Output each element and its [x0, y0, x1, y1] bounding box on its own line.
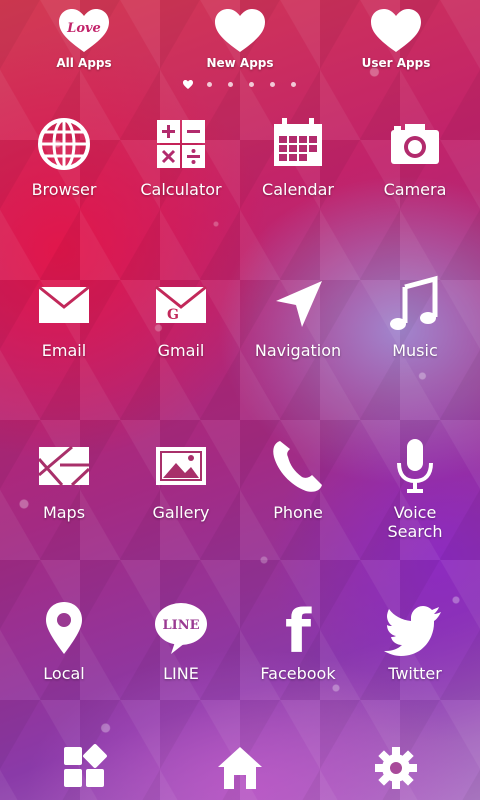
page-dot[interactable] [207, 82, 212, 87]
app-facebook[interactable]: f Facebook [239, 596, 357, 683]
app-music[interactable]: Music [356, 273, 474, 360]
gear-icon [375, 747, 417, 789]
page-dot[interactable] [228, 82, 233, 87]
new-apps-button[interactable]: New Apps [185, 8, 295, 70]
microphone-icon [397, 439, 433, 493]
app-label: Navigation [254, 341, 342, 360]
app-navigation[interactable]: Navigation [239, 273, 357, 360]
phone-handset-icon [273, 441, 322, 492]
navigation-arrow-icon [276, 281, 322, 327]
app-label: Maps [42, 503, 86, 522]
app-label: Music [392, 341, 438, 360]
app-camera[interactable]: Camera [356, 112, 474, 199]
app-label: Local [43, 664, 85, 683]
love-badge-text: Love [66, 21, 101, 36]
app-label: Email [41, 341, 87, 360]
app-label: Calendar [262, 180, 334, 199]
love-heart-icon: Love [59, 9, 109, 52]
app-label: Calculator [140, 180, 222, 199]
line-glyph: LINE [162, 618, 199, 633]
app-label: Phone [273, 503, 323, 522]
app-local[interactable]: Local [5, 596, 123, 683]
picture-icon [156, 447, 206, 485]
app-browser[interactable]: Browser [5, 112, 123, 199]
heart-icon [371, 9, 421, 52]
app-maps[interactable]: Maps [5, 435, 123, 522]
app-label: Camera [383, 180, 447, 199]
gmail-envelope-icon: G [155, 285, 207, 323]
app-line[interactable]: LINE LINE [122, 596, 240, 683]
app-gallery[interactable]: Gallery [122, 435, 240, 522]
home-icon [218, 747, 262, 789]
user-apps-button[interactable]: User Apps [341, 8, 451, 70]
app-label: Twitter [388, 664, 442, 683]
page-dot[interactable] [291, 82, 296, 87]
page-indicator [0, 80, 480, 90]
app-voice-search[interactable]: Voice Search [356, 435, 474, 541]
app-calculator[interactable]: Calculator [122, 112, 240, 199]
app-label: Gallery [152, 503, 210, 522]
calculator-icon [157, 120, 205, 168]
app-label: Browser [31, 180, 97, 199]
new-apps-label: New Apps [206, 56, 274, 70]
home-button[interactable] [210, 743, 270, 793]
calendar-icon [274, 118, 322, 166]
user-apps-label: User Apps [361, 56, 431, 70]
app-calendar[interactable]: Calendar [239, 112, 357, 199]
app-label: LINE [163, 664, 199, 683]
all-apps-label: All Apps [56, 56, 112, 70]
app-label: Gmail [157, 341, 205, 360]
globe-icon [38, 118, 90, 170]
widgets-button[interactable] [54, 743, 114, 793]
app-email[interactable]: Email [5, 273, 123, 360]
app-phone[interactable]: Phone [239, 435, 357, 522]
app-label: Voice Search [387, 503, 443, 541]
app-gmail[interactable]: G Gmail [122, 273, 240, 360]
all-apps-button[interactable]: Love All Apps [29, 8, 139, 70]
twitter-bird-icon [384, 606, 441, 656]
facebook-glyph: f [285, 597, 312, 660]
camera-icon [391, 124, 439, 164]
page-dot[interactable] [249, 82, 254, 87]
line-bubble-icon: LINE [155, 603, 207, 654]
map-icon [37, 445, 91, 487]
envelope-icon [38, 285, 90, 323]
app-twitter[interactable]: Twitter [356, 596, 474, 683]
music-note-icon [390, 275, 438, 330]
page-indicator-heart-icon [183, 80, 193, 89]
location-pin-icon [46, 602, 82, 654]
gmail-glyph: G [167, 307, 179, 323]
app-label: Facebook [260, 664, 336, 683]
widgets-icon [64, 744, 107, 787]
page-dot[interactable] [270, 82, 275, 87]
heart-icon [215, 9, 265, 52]
facebook-f-icon: f [285, 597, 312, 660]
settings-button[interactable] [366, 743, 426, 793]
